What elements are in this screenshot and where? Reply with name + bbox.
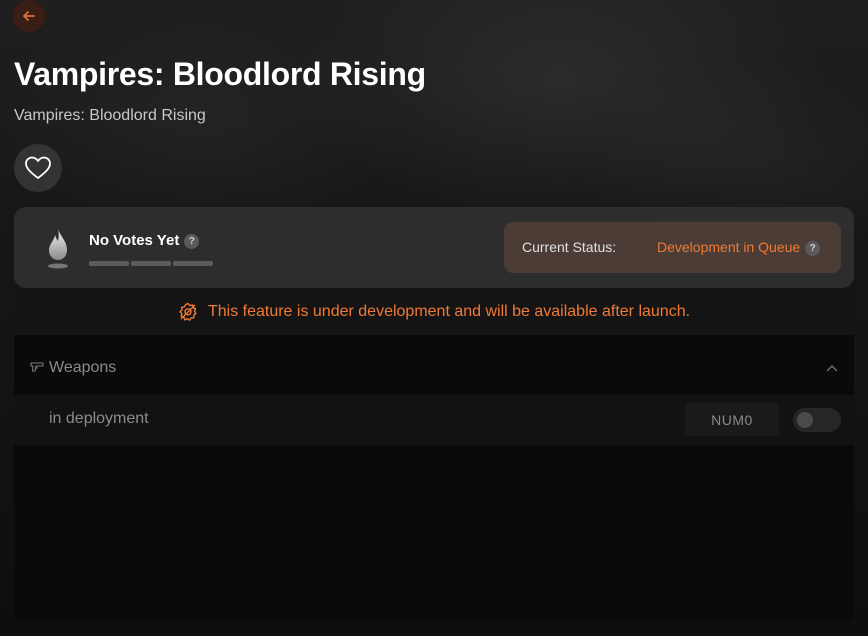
heart-icon [25,156,51,179]
back-button[interactable] [13,0,45,32]
status-help-icon[interactable]: ? [805,240,821,256]
chevron-up-icon[interactable] [826,361,838,375]
feature-label: in deployment [49,410,149,427]
feature-toggle[interactable] [793,408,841,432]
flame-icon [48,229,68,269]
vote-progress-bars [89,261,213,266]
page-title: Vampires: Bloodlord Rising [14,56,426,92]
vote-status-text: No Votes Yet [89,232,180,249]
weapons-section-header[interactable]: Weapons [14,347,854,389]
status-box: Current Status: Development in Queue? [504,222,841,273]
weapons-section-title: Weapons [49,359,117,376]
vote-card: No Votes Yet? Current Status: Developmen… [14,207,854,288]
feature-row-in-deployment: in deployment NUM0 [14,395,854,445]
vote-bar [131,261,171,266]
vote-status-label: No Votes Yet? [89,232,200,249]
page-subtitle: Vampires: Bloodlord Rising [14,107,206,124]
status-label: Current Status: [522,239,617,255]
gear-icon [178,302,198,322]
features-panel: Weapons in deployment NUM0 [14,335,854,622]
status-value-text: Development in Queue [657,239,801,255]
vote-bar [89,261,129,266]
gun-icon [30,362,44,372]
vote-bar [173,261,213,266]
development-notice: This feature is under development and wi… [14,290,854,333]
status-value: Development in Queue? [657,239,821,256]
vote-help-icon[interactable]: ? [184,233,200,249]
toggle-knob [797,412,813,428]
hotkey-button[interactable]: NUM0 [685,403,779,436]
arrow-left-icon [23,11,35,21]
development-notice-text: This feature is under development and wi… [207,302,691,320]
favorite-button[interactable] [14,144,62,192]
